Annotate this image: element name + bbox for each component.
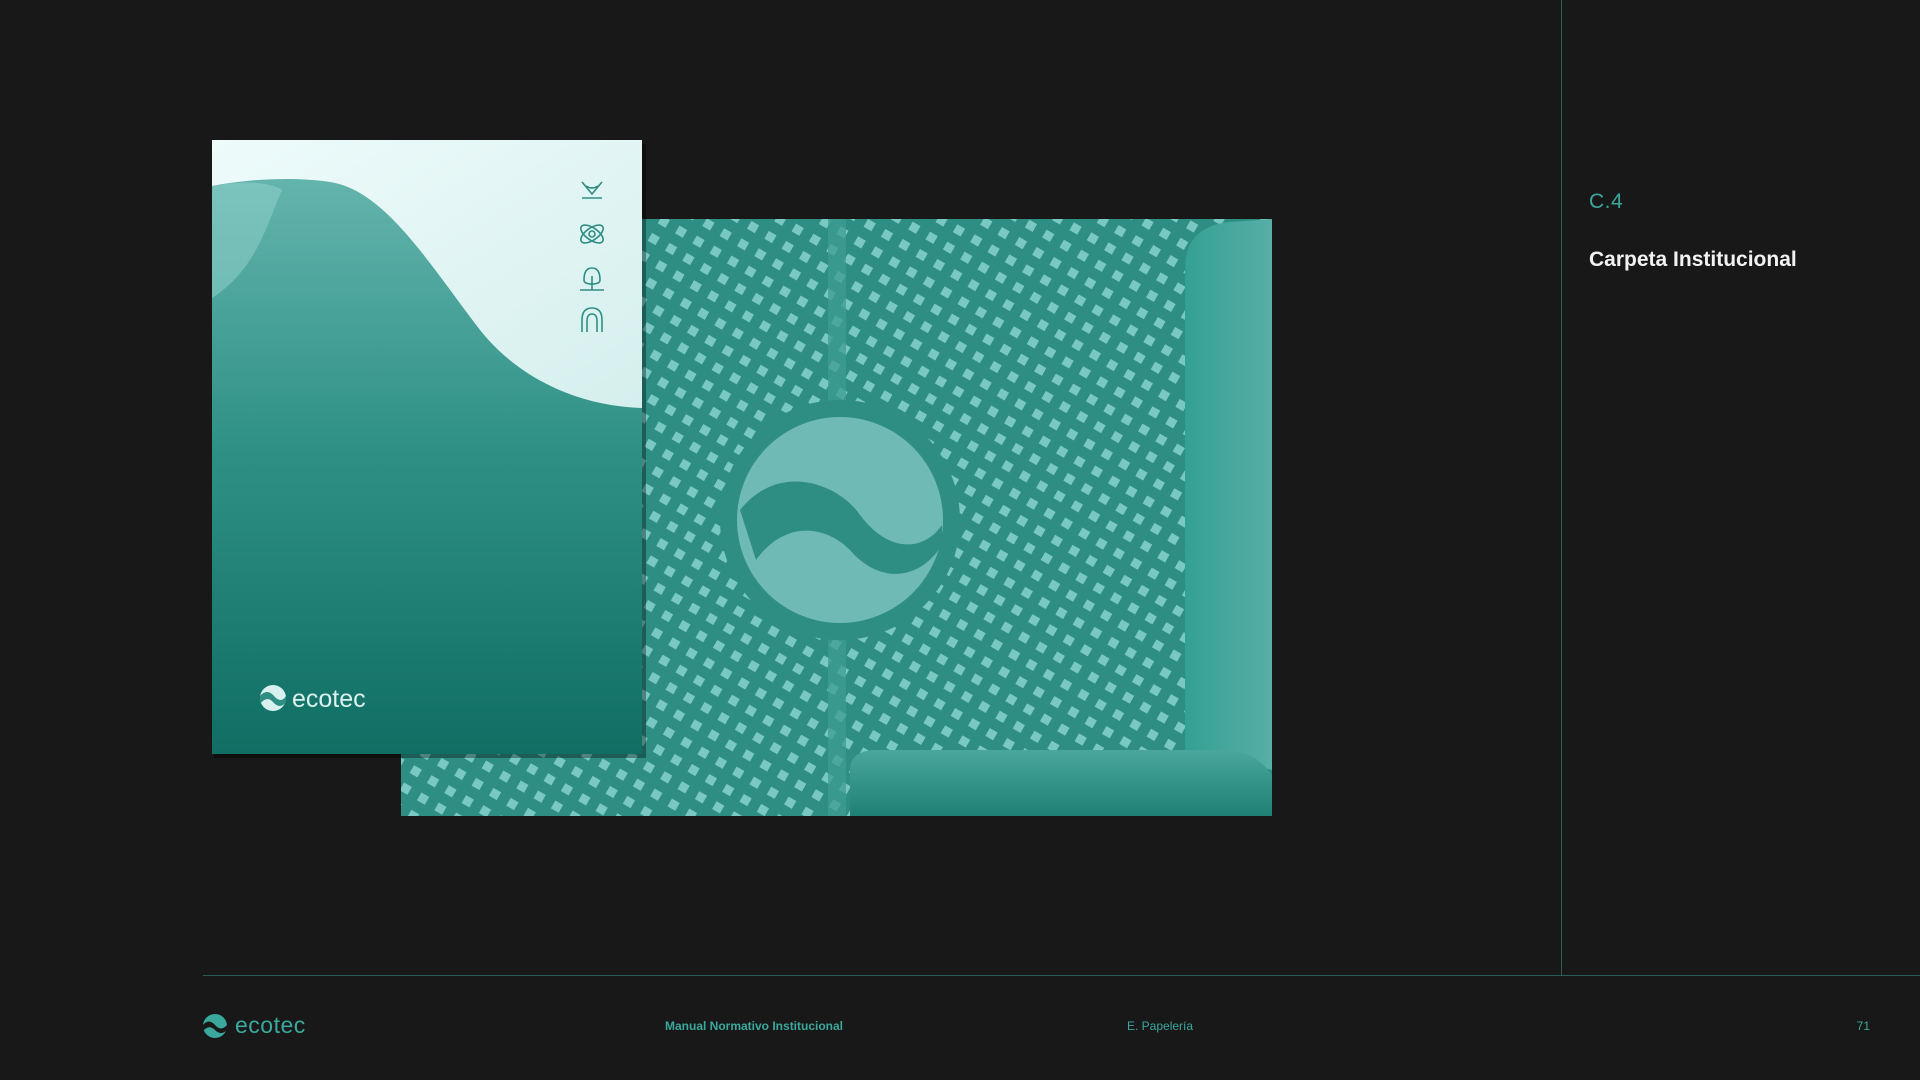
cover-logo-text: ecotec bbox=[292, 685, 366, 713]
section-code: C.4 bbox=[1589, 190, 1624, 213]
vertical-rule bbox=[1561, 0, 1562, 975]
right-pocket bbox=[1185, 219, 1272, 770]
page-number: 71 bbox=[1856, 1019, 1870, 1033]
footer-rule bbox=[203, 975, 1920, 976]
bottom-pocket bbox=[850, 750, 1272, 816]
folder-mockup: ecotec bbox=[200, 130, 1280, 835]
section-title: Carpeta Institucional bbox=[1589, 248, 1797, 271]
footer-manual-title: Manual Normativo Institucional bbox=[665, 1019, 844, 1033]
footer-logo: ecotec bbox=[202, 1012, 306, 1039]
footer-section-name: E. Papelería bbox=[1127, 1019, 1194, 1033]
ecotec-logo-icon bbox=[203, 1013, 227, 1038]
footer-logo-text: ecotec bbox=[235, 1012, 306, 1038]
cover-logo-mark bbox=[260, 685, 286, 711]
folder-mockup-illustration: ecotec bbox=[212, 140, 1272, 816]
